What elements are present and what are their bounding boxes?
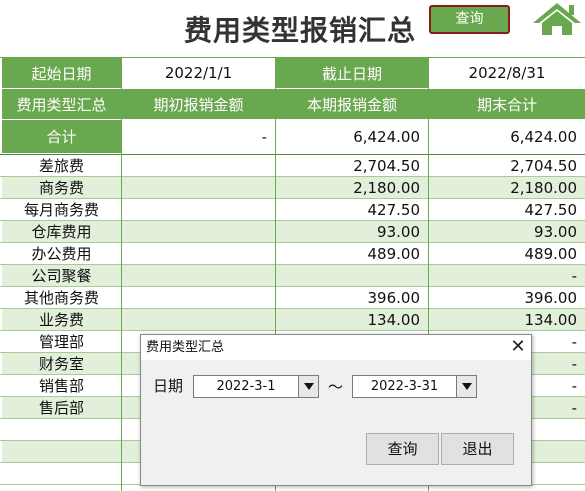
row-amount-cell[interactable]: 489.00 <box>276 243 428 264</box>
col-header-type: 费用类型汇总 <box>2 89 121 119</box>
col-header-current: 本期报销金额 <box>276 89 428 119</box>
row-type-cell[interactable]: 其他商务费 <box>2 287 121 308</box>
row-amount-cell[interactable]: 2,180.00 <box>429 177 585 198</box>
row-type-cell[interactable]: 商务费 <box>2 177 121 198</box>
row-amount-cell[interactable] <box>122 243 275 264</box>
row-type-cell[interactable]: 业务费 <box>2 309 121 330</box>
from-date-select[interactable]: 2022-3-1 <box>193 375 319 398</box>
to-date-select[interactable]: 2022-3-31 <box>352 375 477 398</box>
chevron-down-icon[interactable] <box>298 376 318 397</box>
row-amount-cell[interactable]: 2,704.50 <box>276 155 428 176</box>
row-amount-cell[interactable]: 2,704.50 <box>429 155 585 176</box>
row-amount-cell[interactable]: 2,180.00 <box>276 177 428 198</box>
row-type-cell[interactable]: 每月商务费 <box>2 199 121 220</box>
row-type-cell[interactable] <box>2 441 121 462</box>
row-amount-cell[interactable]: 396.00 <box>276 287 428 308</box>
row-amount-cell[interactable]: 134.00 <box>276 309 428 330</box>
row-type-cell[interactable]: 管理部 <box>2 331 121 352</box>
start-date-value[interactable]: 2022/1/1 <box>122 58 275 88</box>
row-type-cell[interactable]: 差旅费 <box>2 155 121 176</box>
row-amount-cell[interactable]: 427.50 <box>429 199 585 220</box>
start-date-label: 起始日期 <box>2 58 121 88</box>
row-type-cell[interactable]: 办公费用 <box>2 243 121 264</box>
home-icon[interactable] <box>529 1 585 37</box>
dialog-exit-button[interactable]: 退出 <box>441 433 514 465</box>
end-date-value[interactable]: 2022/8/31 <box>429 58 585 88</box>
date-separator: ～ <box>328 378 344 396</box>
grid-line <box>121 57 122 491</box>
dialog-title: 费用类型汇总 <box>141 335 531 360</box>
row-type-cell[interactable]: 销售部 <box>2 375 121 396</box>
total-label: 合计 <box>2 120 121 153</box>
col-header-closing: 期末合计 <box>429 89 585 119</box>
date-label: 日期 <box>153 377 184 395</box>
row-type-cell[interactable]: 售后部 <box>2 397 121 418</box>
end-date-label: 截止日期 <box>276 58 428 88</box>
total-current[interactable]: 6,424.00 <box>276 120 428 153</box>
close-icon[interactable]: ✕ <box>507 336 529 358</box>
row-type-cell[interactable]: 仓库费用 <box>2 221 121 242</box>
row-amount-cell[interactable] <box>122 177 275 198</box>
row-amount-cell[interactable]: 134.00 <box>429 309 585 330</box>
row-amount-cell[interactable] <box>122 221 275 242</box>
row-type-cell[interactable]: 财务室 <box>2 353 121 374</box>
row-amount-cell[interactable] <box>122 155 275 176</box>
row-amount-cell[interactable] <box>276 265 428 286</box>
row-amount-cell[interactable] <box>122 265 275 286</box>
sheet-query-button[interactable]: 查询 <box>429 5 510 34</box>
total-closing[interactable]: 6,424.00 <box>429 120 585 153</box>
from-date-value: 2022-3-1 <box>216 379 276 394</box>
dialog-query-button[interactable]: 查询 <box>366 433 439 465</box>
row-amount-cell[interactable]: 396.00 <box>429 287 585 308</box>
row-amount-cell[interactable]: - <box>429 265 585 286</box>
row-amount-cell[interactable] <box>122 199 275 220</box>
total-opening[interactable]: - <box>122 120 275 153</box>
date-range-dialog: 费用类型汇总 ✕ 日期 2022-3-1 ～ 2022-3-31 查询 退出 <box>140 334 532 486</box>
to-date-value: 2022-3-31 <box>370 379 439 394</box>
row-amount-cell[interactable]: 93.00 <box>276 221 428 242</box>
row-type-cell[interactable]: 公司聚餐 <box>2 265 121 286</box>
row-type-cell[interactable] <box>2 463 121 484</box>
row-amount-cell[interactable]: 93.00 <box>429 221 585 242</box>
row-amount-cell[interactable]: 489.00 <box>429 243 585 264</box>
chevron-down-icon[interactable] <box>456 376 476 397</box>
row-amount-cell[interactable] <box>122 309 275 330</box>
col-header-opening: 期初报销金额 <box>122 89 275 119</box>
sheet-title: 费用类型报销汇总 <box>183 14 416 47</box>
row-amount-cell[interactable]: 427.50 <box>276 199 428 220</box>
row-amount-cell[interactable] <box>122 287 275 308</box>
row-type-cell[interactable] <box>2 419 121 440</box>
